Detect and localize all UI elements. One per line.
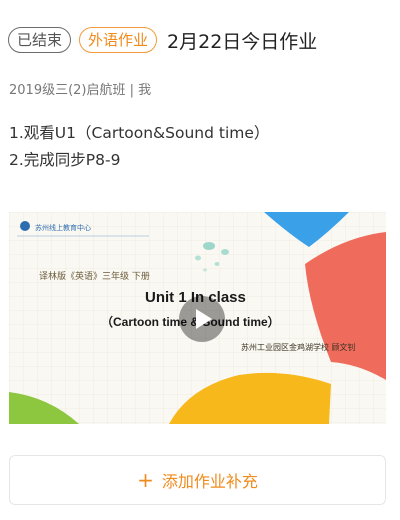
- org-logo-icon: [20, 221, 30, 231]
- homework-type-badge: 外语作业: [79, 27, 158, 53]
- homework-line-1: 1.观看U1（Cartoon&Sound time）: [9, 124, 270, 142]
- drop-icon: [203, 242, 215, 250]
- page-title: 2月22日今日作业: [167, 30, 318, 53]
- plus-icon: +: [137, 468, 154, 492]
- add-button-label: 添加作业补充: [161, 472, 258, 491]
- play-icon[interactable]: [179, 296, 225, 342]
- video-book-text: 译林版《英语》三年级 下册: [39, 272, 150, 282]
- video-school-text: 苏州工业园区金鸡湖学校 顾文钊: [241, 343, 356, 352]
- video-org-text: 苏州线上教育中心: [35, 224, 91, 232]
- class-info: 2019级三(2)启航班 | 我: [9, 83, 152, 98]
- video-player[interactable]: 苏州线上教育中心 译林版《英语》三年级 下册 Unit 1 In class （…: [9, 212, 386, 424]
- homework-line-2: 2.完成同步P8-9: [9, 151, 121, 169]
- status-badge: 已结束: [8, 27, 72, 53]
- add-homework-supplement-button[interactable]: + 添加作业补充: [9, 455, 386, 505]
- homework-header: 已结束 外语作业 2月22日今日作业: [8, 24, 317, 56]
- homework-content: 1.观看U1（Cartoon&Sound time） 2.完成同步P8-9: [9, 120, 269, 174]
